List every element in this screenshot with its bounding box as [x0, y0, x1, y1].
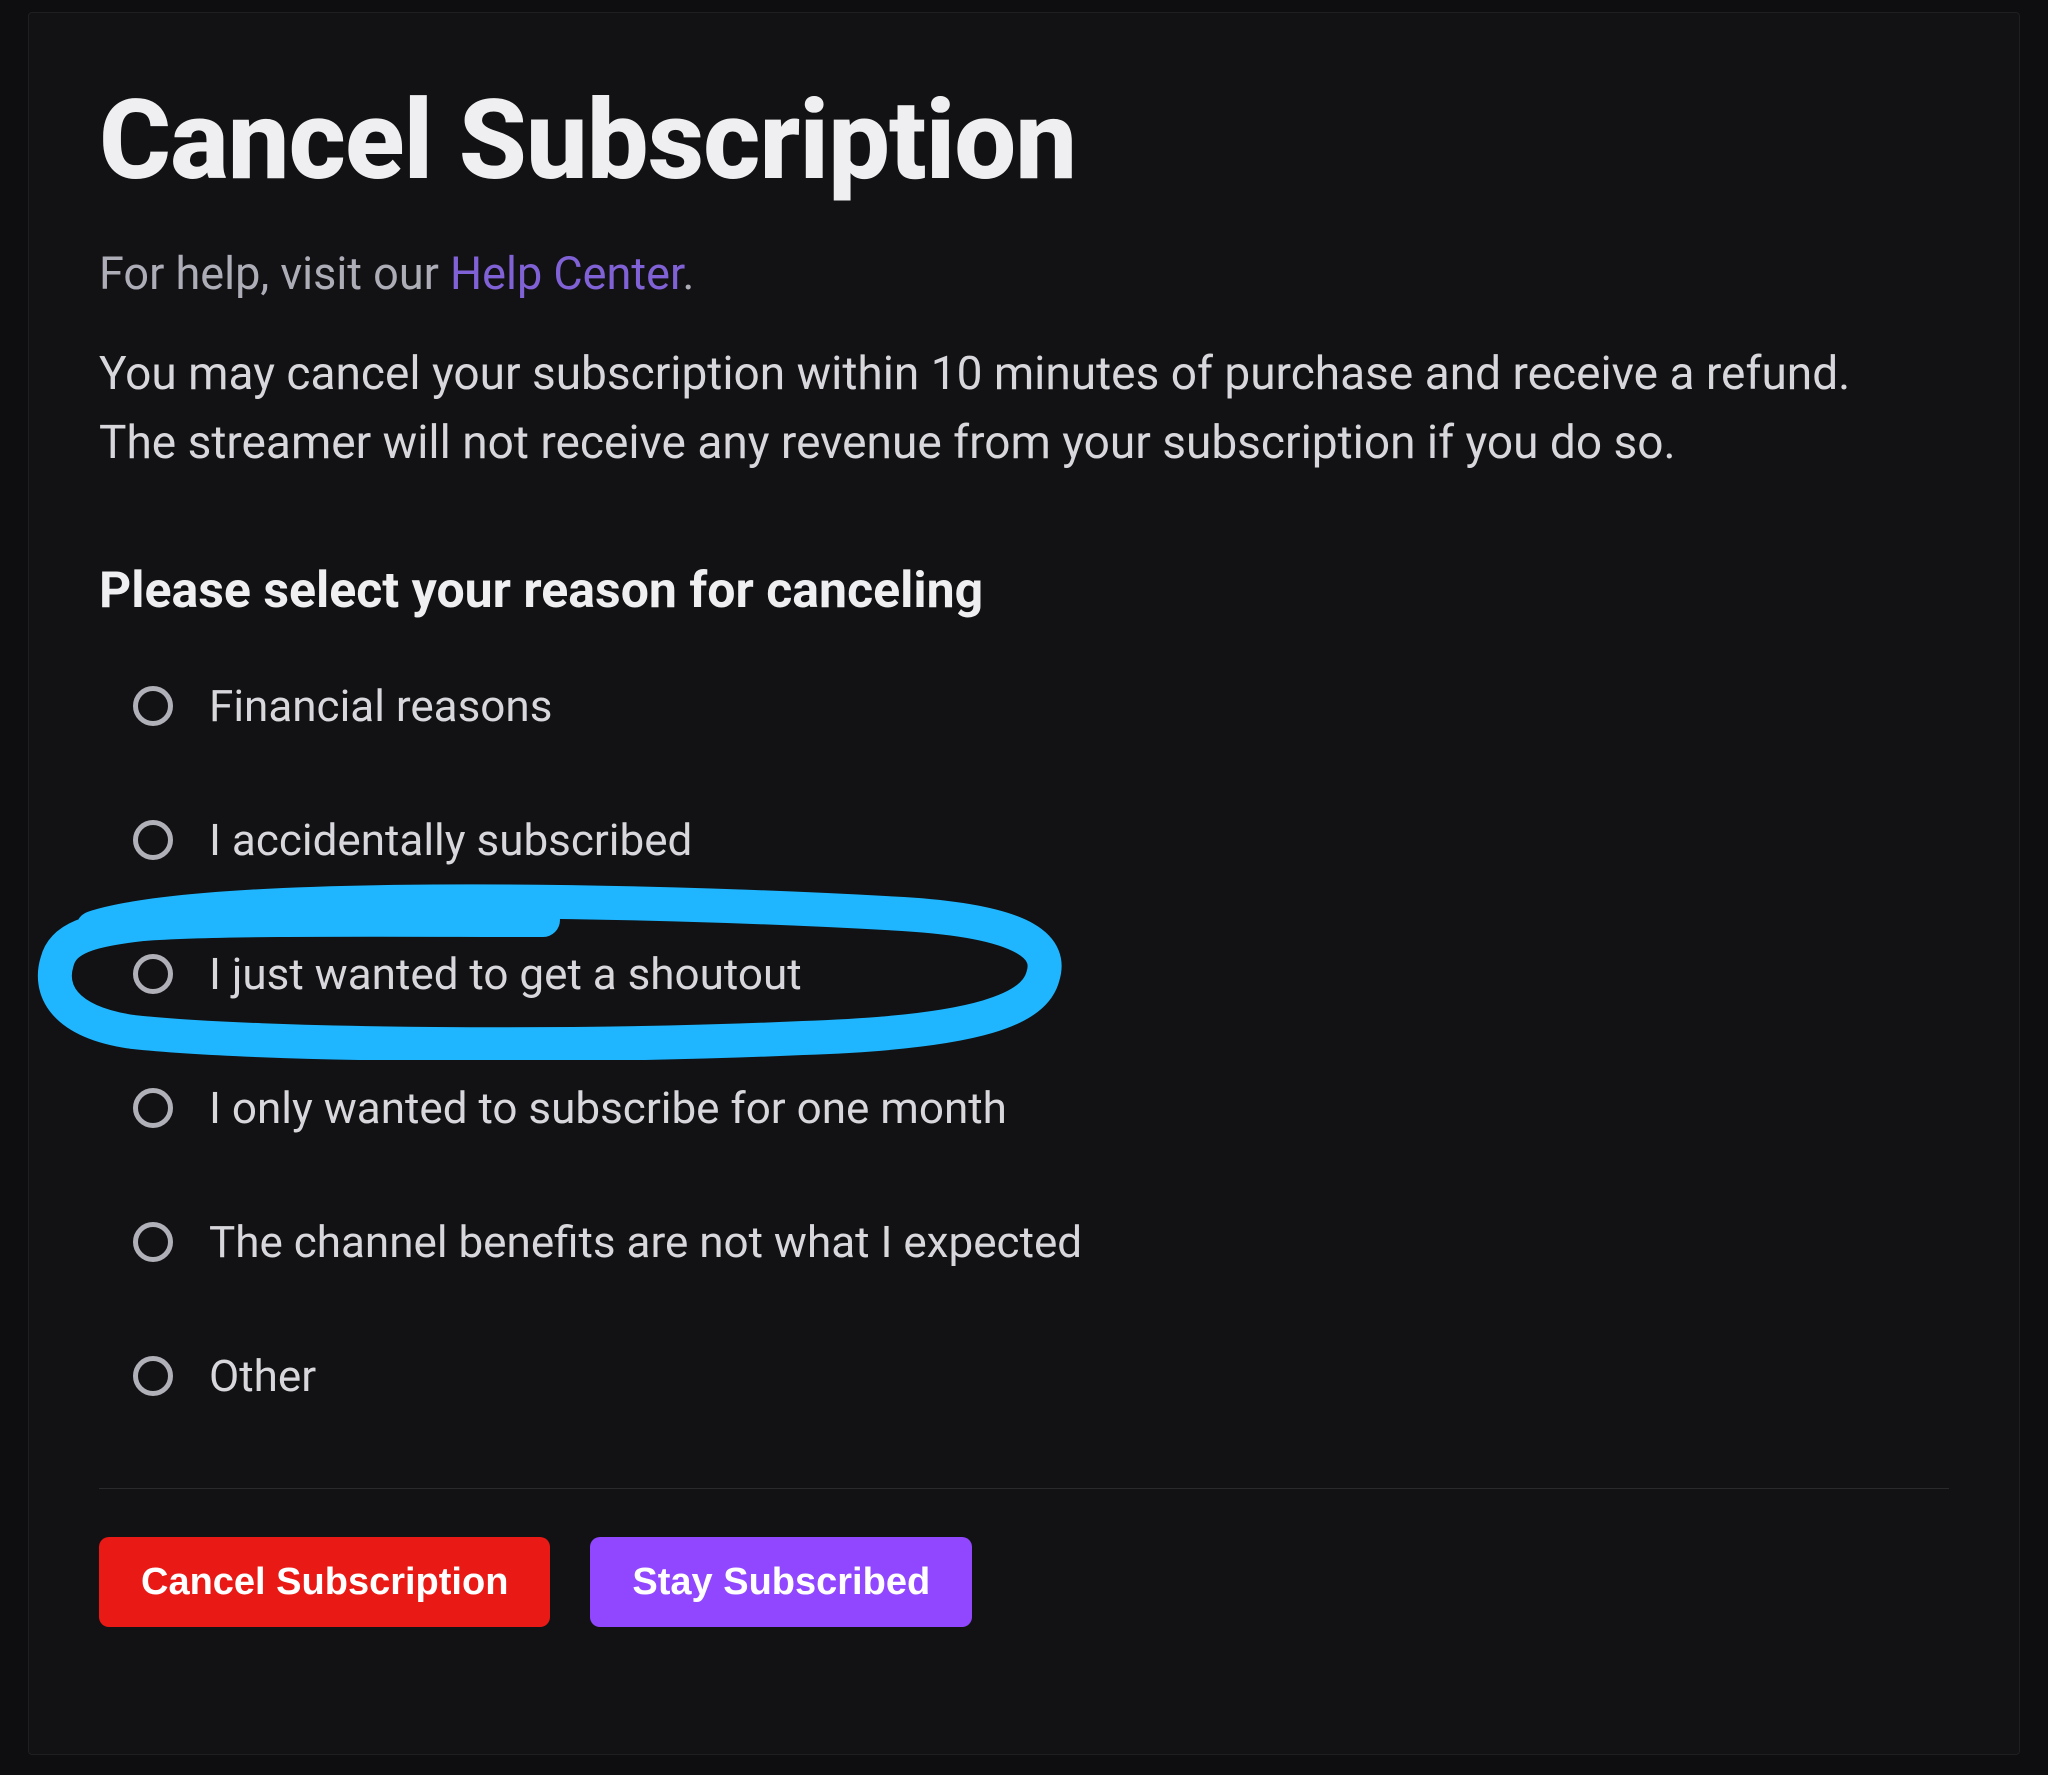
help-prefix: For help, visit our — [99, 247, 450, 300]
radio-icon — [133, 820, 173, 860]
refund-info-text: You may cancel your subscription within … — [99, 340, 1929, 478]
reason-label: I just wanted to get a shoutout — [209, 948, 802, 1000]
help-center-link[interactable]: Help Center — [450, 247, 682, 300]
reason-option-other[interactable]: Other — [133, 1350, 1949, 1402]
reason-option-financial[interactable]: Financial reasons — [133, 680, 1949, 732]
cancel-subscription-button[interactable]: Cancel Subscription — [99, 1537, 550, 1627]
radio-icon — [133, 954, 173, 994]
cancel-subscription-panel: Cancel Subscription For help, visit our … — [28, 12, 2020, 1755]
reason-option-shoutout[interactable]: I just wanted to get a shoutout — [133, 948, 1949, 1000]
reason-options: Financial reasons I accidentally subscri… — [99, 680, 1949, 1402]
stay-subscribed-button[interactable]: Stay Subscribed — [590, 1537, 972, 1627]
reason-option-benefits[interactable]: The channel benefits are not what I expe… — [133, 1216, 1949, 1268]
page-title: Cancel Subscription — [99, 83, 1949, 199]
reason-option-accidental[interactable]: I accidentally subscribed — [133, 814, 1949, 866]
reason-label: Financial reasons — [209, 680, 552, 732]
help-line: For help, visit our Help Center. — [99, 247, 1949, 300]
help-suffix: . — [683, 247, 695, 300]
reason-question: Please select your reason for canceling — [99, 562, 1949, 620]
radio-icon — [133, 1088, 173, 1128]
radio-icon — [133, 686, 173, 726]
divider — [99, 1488, 1949, 1489]
radio-icon — [133, 1356, 173, 1396]
reason-label: Other — [209, 1350, 316, 1402]
radio-icon — [133, 1222, 173, 1262]
reason-label: I only wanted to subscribe for one month — [209, 1082, 1007, 1134]
action-row: Cancel Subscription Stay Subscribed — [99, 1537, 1949, 1627]
reason-label: I accidentally subscribed — [209, 814, 692, 866]
reason-label: The channel benefits are not what I expe… — [209, 1216, 1082, 1268]
reason-option-one-month[interactable]: I only wanted to subscribe for one month — [133, 1082, 1949, 1134]
